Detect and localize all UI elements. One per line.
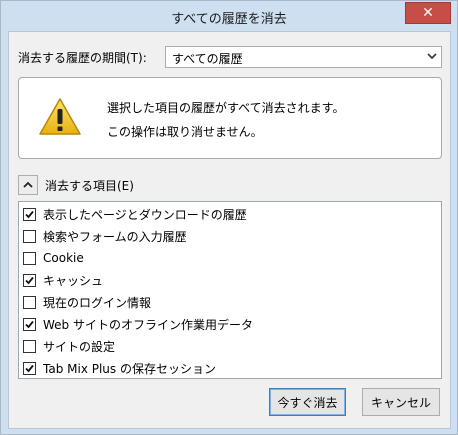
chevron-down-icon [427,51,437,61]
warning-text-line2: この操作は取り消せません。 [107,125,263,139]
checkmark-icon [25,210,34,218]
item-checkbox[interactable] [23,361,36,375]
item-checkbox[interactable] [23,273,36,287]
item-label: 表示したページとダウンロードの履歴 [43,207,247,222]
item-label: Tab Mix Plus の保存セッション [43,361,216,376]
collapse-items-button[interactable] [18,175,38,195]
item-checkbox[interactable] [23,229,36,243]
dialog-window: すべての履歴を消去 ✕ 消去する履歴の期間(T): すべての履歴 選択した項目の… [0,0,458,435]
list-item[interactable]: サイトの設定 [23,337,433,355]
checkmark-icon [25,320,34,328]
list-item[interactable]: Tab Mix Plus の保存セッション [23,359,433,377]
list-item[interactable]: 現在のログイン情報 [23,293,433,311]
list-item[interactable]: Cookie [23,249,433,267]
item-label: 現在のログイン情報 [43,295,152,310]
period-row: 消去する履歴の期間(T): すべての履歴 [18,46,442,68]
dialog-body: 消去する履歴の期間(T): すべての履歴 選択した項目の履歴がすべて消去されます… [8,31,451,429]
item-checkbox[interactable] [23,207,36,221]
item-checkbox[interactable] [23,317,36,331]
checkmark-icon [25,276,34,284]
item-label: キャッシュ [43,273,104,288]
items-section-label: 消去する項目(E) [45,179,134,193]
close-button[interactable]: ✕ [405,2,451,24]
list-item[interactable]: キャッシュ [23,271,433,289]
close-icon: ✕ [422,5,434,21]
item-label: 検索やフォームの入力履歴 [43,229,187,244]
period-select-value: すべての履歴 [172,52,243,66]
warning-text-line1: 選択した項目の履歴がすべて消去されます。 [107,101,345,115]
item-label: Web サイトのオフライン作業用データ [43,317,253,332]
checkmark-icon [25,364,34,372]
clear-now-button[interactable]: 今すぐ消去 [269,388,346,416]
warning-panel: 選択した項目の履歴がすべて消去されます。 この操作は取り消せません。 [18,77,442,159]
chevron-up-icon [23,178,33,192]
period-select[interactable]: すべての履歴 [165,46,442,68]
cancel-button[interactable]: キャンセル [362,388,440,416]
item-checkbox[interactable] [23,339,36,353]
list-item[interactable]: Web サイトのオフライン作業用データ [23,315,433,333]
list-item[interactable]: 検索やフォームの入力履歴 [23,227,433,245]
period-label: 消去する履歴の期間(T): [18,51,147,65]
item-label: Cookie [43,251,84,265]
list-item[interactable]: 表示したページとダウンロードの履歴 [23,205,433,223]
title-bar[interactable]: すべての履歴を消去 ✕ [1,1,457,31]
item-checkbox[interactable] [23,295,36,309]
item-label: サイトの設定 [43,339,116,354]
items-list: 表示したページとダウンロードの履歴 検索やフォームの入力履歴 Cookie キャ… [18,201,442,379]
item-checkbox[interactable] [23,251,36,265]
window-title: すべての履歴を消去 [171,12,287,27]
warning-icon [39,98,81,136]
